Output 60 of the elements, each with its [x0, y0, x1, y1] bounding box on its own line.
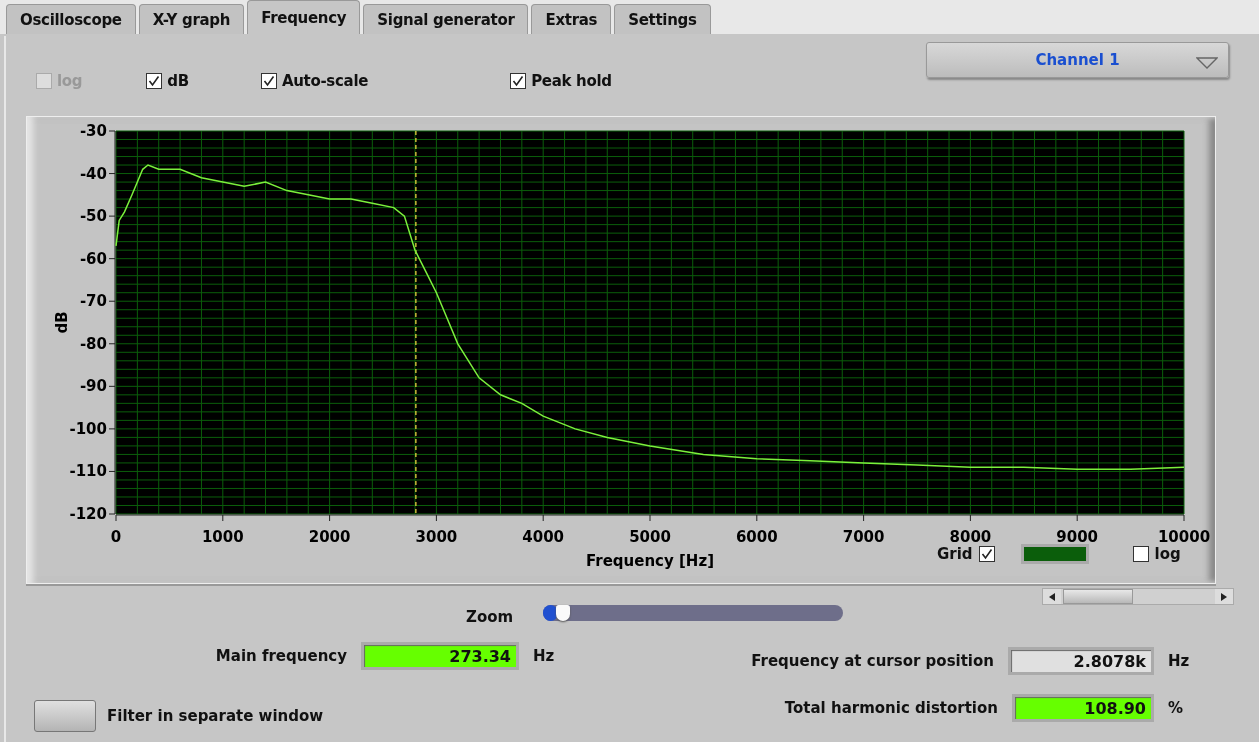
axis-tick-label: -40 — [79, 164, 107, 183]
axis-tick-label: 3000 — [415, 528, 458, 546]
unit-label: Hz — [533, 647, 556, 665]
value-display: 2.8078k — [1008, 647, 1154, 675]
log-label: log — [1154, 545, 1181, 563]
axis-tick-label: -120 — [69, 505, 107, 523]
axis-tick-label: 8000 — [949, 528, 992, 546]
y-axis-title: dB — [53, 311, 71, 334]
zoom-slider[interactable] — [543, 605, 843, 621]
axis-tick-label: -90 — [79, 377, 107, 396]
tab[interactable]: Settings — [614, 4, 711, 34]
caret-icon — [1196, 57, 1218, 69]
unit-label: Hz — [1168, 652, 1191, 670]
axis-tick-label: -80 — [79, 334, 107, 353]
grid-label: Grid — [937, 545, 973, 563]
field-label: Frequency at cursor position — [751, 652, 994, 670]
axis-tick-label: 9000 — [1056, 528, 1099, 546]
checkbox[interactable] — [146, 73, 163, 89]
field-label: Main frequency — [215, 647, 347, 665]
log-checkbox[interactable] — [1132, 546, 1149, 562]
axis-tick-label: -100 — [69, 419, 107, 438]
left-arrow-icon[interactable] — [1049, 592, 1055, 601]
slider-thumb[interactable] — [556, 605, 570, 621]
axis-tick-label: -30 — [79, 122, 107, 140]
grid-checkbox[interactable] — [978, 546, 995, 562]
checkbox-label: Peak hold — [531, 72, 612, 90]
value-display: 273.34 — [361, 642, 519, 670]
axis-tick-label: 4000 — [522, 528, 565, 546]
unit-label: % — [1168, 699, 1185, 717]
axis-tick-label: 0 — [110, 528, 122, 546]
x-axis-title: Frequency [Hz] — [586, 552, 714, 570]
checkbox[interactable] — [260, 73, 277, 89]
axis-tick-label: 5000 — [629, 528, 671, 546]
checkbox-label: dB — [167, 72, 189, 90]
field-label: Total harmonic distortion — [784, 699, 998, 717]
axis-tick-label: 7000 — [842, 528, 885, 546]
tab[interactable]: X-Y graph — [138, 4, 245, 34]
axis-tick-label: 2000 — [308, 528, 351, 546]
tab[interactable]: Signal generator — [363, 4, 529, 34]
tab[interactable]: Frequency — [247, 0, 361, 34]
tab[interactable]: Oscilloscope — [6, 4, 136, 34]
button-label: Filter in separate window — [107, 707, 324, 725]
horizontal-scrollbar[interactable] — [1042, 588, 1234, 605]
axis-tick-label: 10000 — [1157, 528, 1211, 546]
axis-tick-label: 6000 — [735, 528, 778, 546]
checkbox[interactable] — [510, 73, 527, 89]
axis-tick-label: -70 — [79, 292, 107, 311]
value-display: 108.90 — [1012, 694, 1154, 722]
right-arrow-icon[interactable] — [1221, 592, 1227, 601]
axis-tick-label: -110 — [69, 462, 107, 481]
axis-tick-label: 1000 — [201, 528, 244, 546]
axis-tick-label: -60 — [79, 249, 107, 268]
channel-dropdown[interactable]: Channel 1 — [926, 42, 1229, 78]
axis-tick-label: -50 — [79, 207, 107, 226]
grid-color-swatch[interactable] — [1020, 544, 1089, 564]
zoom-label: Zoom — [466, 608, 514, 626]
checkbox-label: Auto-scale — [281, 72, 369, 90]
filter-button[interactable] — [34, 700, 96, 732]
tab[interactable]: Extras — [531, 4, 612, 34]
cursor-line[interactable] — [415, 130, 417, 515]
